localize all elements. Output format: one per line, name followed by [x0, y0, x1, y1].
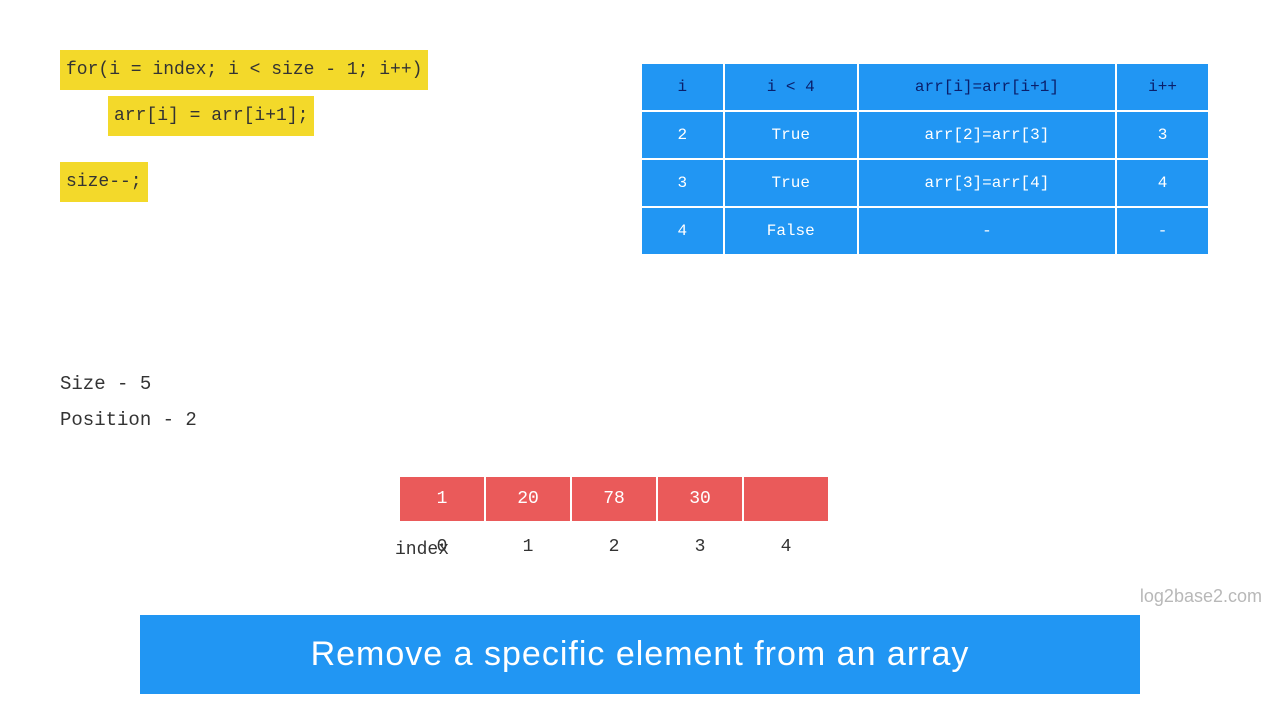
trace-cell: False: [724, 207, 858, 255]
array-index: 3: [658, 535, 742, 559]
page-title: Remove a specific element from an array: [140, 615, 1140, 694]
trace-cell: arr[2]=arr[3]: [858, 111, 1116, 159]
trace-cell: -: [1116, 207, 1209, 255]
trace-row: 4 False - -: [641, 207, 1209, 255]
array-cell: 20: [486, 477, 570, 521]
trace-cell: 3: [641, 159, 724, 207]
trace-cell: True: [724, 159, 858, 207]
trace-header-inc: i++: [1116, 63, 1209, 111]
trace-header-cond: i < 4: [724, 63, 858, 111]
array-visualization: 1 20 78 30 0 1 2 3 4: [400, 477, 950, 559]
array-index: 1: [486, 535, 570, 559]
array-cell: 78: [572, 477, 656, 521]
array-index-row: 0 1 2 3 4: [400, 535, 950, 559]
array-cell: 30: [658, 477, 742, 521]
trace-cell: -: [858, 207, 1116, 255]
trace-row: 2 True arr[2]=arr[3] 3: [641, 111, 1209, 159]
code-block: for(i = index; i < size - 1; i++) arr[i]…: [60, 50, 428, 202]
info-block: Size - 5 Position - 2: [60, 366, 197, 438]
trace-header-assign: arr[i]=arr[i+1]: [858, 63, 1116, 111]
array-index: 4: [744, 535, 828, 559]
array-index-label: index: [395, 540, 449, 560]
code-line-3: size--;: [60, 162, 148, 202]
trace-cell: 4: [1116, 159, 1209, 207]
array-index: 2: [572, 535, 656, 559]
code-line-1: for(i = index; i < size - 1; i++): [60, 50, 428, 90]
trace-table: i i < 4 arr[i]=arr[i+1] i++ 2 True arr[2…: [640, 62, 1210, 256]
trace-cell: 4: [641, 207, 724, 255]
watermark: log2base2.com: [1140, 586, 1262, 607]
trace-cell: arr[3]=arr[4]: [858, 159, 1116, 207]
info-size: Size - 5: [60, 366, 197, 402]
trace-header-i: i: [641, 63, 724, 111]
trace-cell: 3: [1116, 111, 1209, 159]
array-cell: 1: [400, 477, 484, 521]
trace-cell: True: [724, 111, 858, 159]
trace-row: 3 True arr[3]=arr[4] 4: [641, 159, 1209, 207]
array-cell: [744, 477, 828, 521]
info-position: Position - 2: [60, 402, 197, 438]
trace-cell: 2: [641, 111, 724, 159]
array-values-row: 1 20 78 30: [400, 477, 950, 521]
code-line-2: arr[i] = arr[i+1];: [108, 96, 314, 136]
